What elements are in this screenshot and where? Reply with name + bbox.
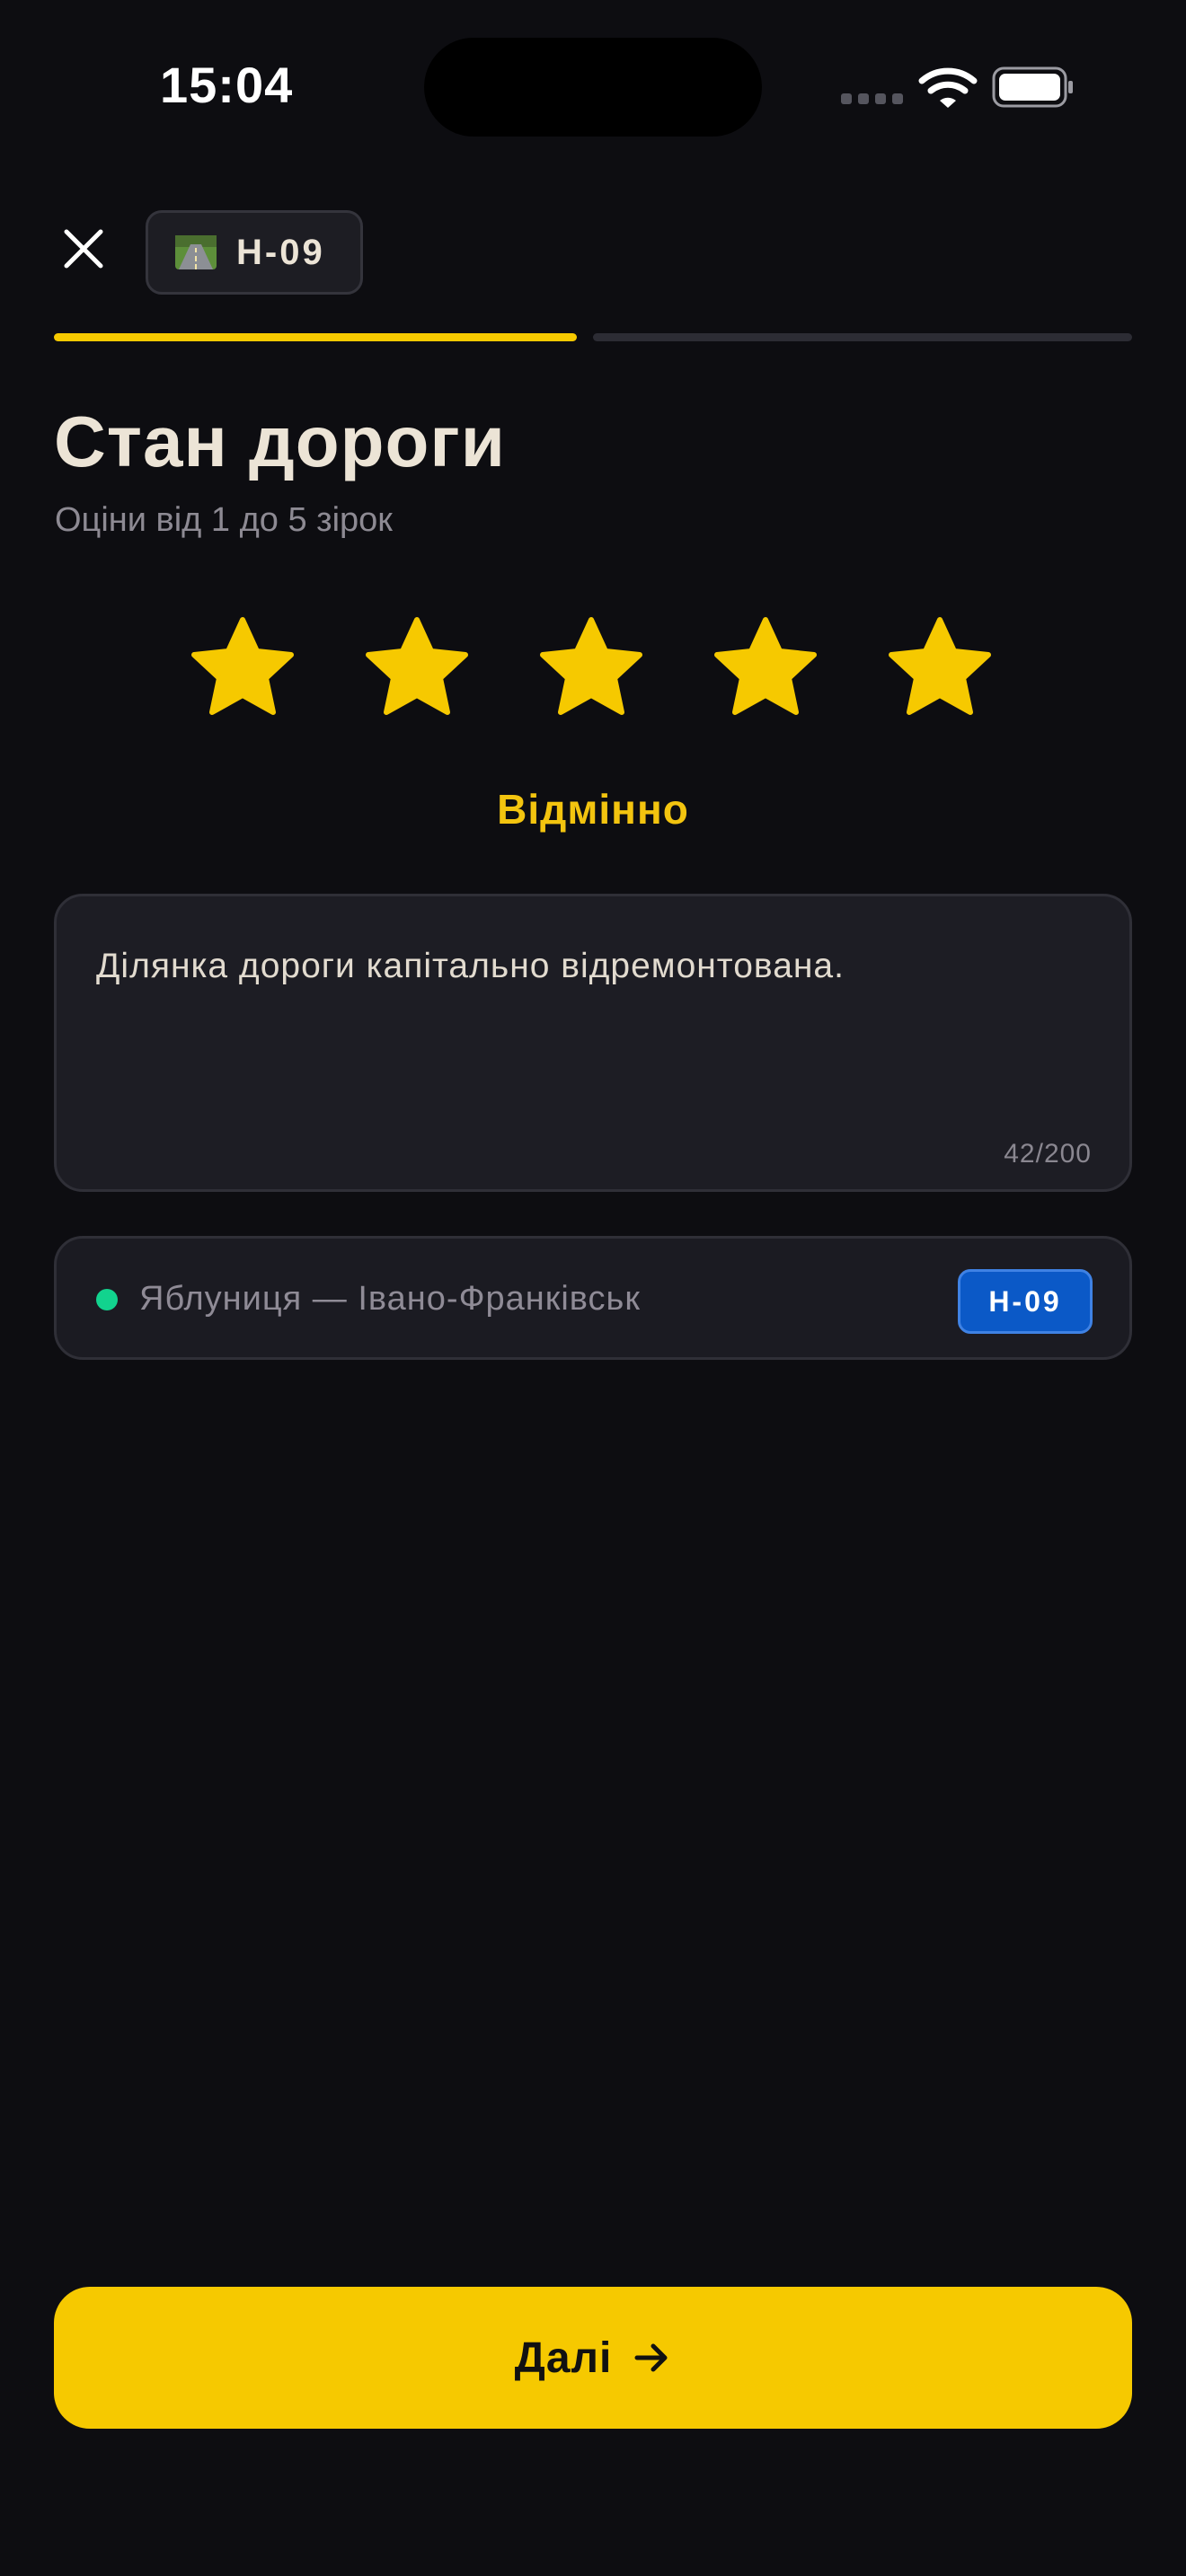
status-time: 15:04: [160, 57, 294, 113]
signal-icon: [841, 93, 903, 104]
route-info-row: Яблуниця — Івано-Франківськ Н-09: [54, 1236, 1132, 1360]
rating-label: Відмінно: [497, 786, 689, 833]
page-subtitle: Оціни від 1 до 5 зірок: [55, 501, 393, 539]
comment-text[interactable]: Ділянка дороги капітально відремонтована…: [96, 947, 845, 986]
dynamic-island: [424, 38, 762, 137]
close-icon[interactable]: [61, 226, 106, 271]
progress-step-remaining: [593, 333, 1132, 341]
battery-icon: [992, 66, 1073, 108]
road-code-badge: Н-09: [958, 1269, 1093, 1334]
page-title: Стан дороги: [54, 401, 506, 481]
star-rating: [190, 616, 992, 720]
progress-step-current: [54, 333, 577, 341]
route-name: Яблуниця — Івано-Франківськ: [139, 1280, 641, 1318]
route-chip-label: Н-09: [236, 232, 325, 272]
star-icon[interactable]: [888, 616, 992, 720]
road-icon: [175, 235, 217, 269]
star-icon[interactable]: [713, 616, 818, 720]
route-status-dot: [96, 1289, 118, 1310]
wifi-icon: [918, 67, 978, 108]
star-icon[interactable]: [365, 616, 469, 720]
route-chip[interactable]: Н-09: [146, 210, 363, 295]
arrow-right-icon: [634, 2343, 668, 2372]
comment-field[interactable]: Ділянка дороги капітально відремонтована…: [54, 894, 1132, 1192]
star-icon[interactable]: [539, 616, 643, 720]
next-button[interactable]: Далі: [54, 2287, 1132, 2429]
star-icon[interactable]: [190, 616, 295, 720]
character-counter: 42/200: [1004, 1139, 1092, 1169]
next-button-label: Далі: [514, 2333, 613, 2382]
